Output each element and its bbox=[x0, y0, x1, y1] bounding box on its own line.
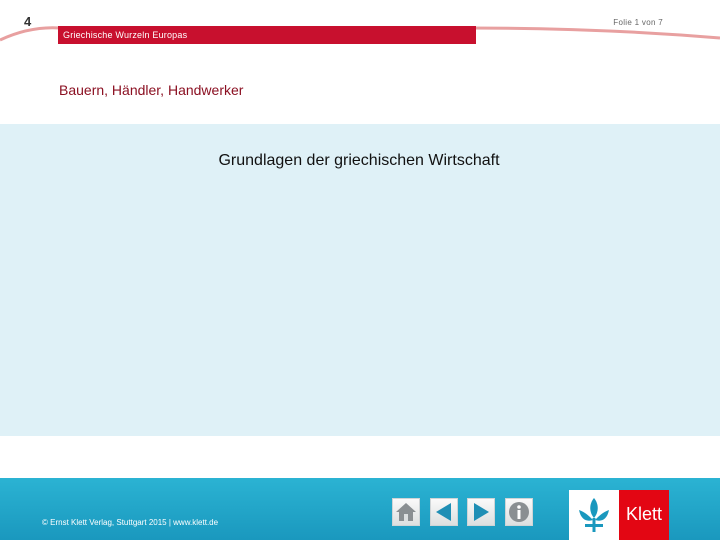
series-title-bar: Griechische Wurzeln Europas bbox=[58, 26, 476, 44]
info-icon bbox=[509, 502, 529, 522]
fleur-de-lis-icon bbox=[579, 498, 609, 532]
arrow-left-icon bbox=[436, 503, 451, 521]
slide-counter: Folie 1 von 7 bbox=[613, 18, 663, 27]
logo-text: Klett bbox=[625, 504, 663, 524]
footer-bar: © Ernst Klett Verlag, Stuttgart 2015 | w… bbox=[0, 478, 720, 540]
slide-subtitle: Bauern, Händler, Handwerker bbox=[59, 82, 244, 98]
next-slide-button[interactable] bbox=[467, 498, 495, 526]
home-icon bbox=[396, 503, 416, 521]
slide-heading: Grundlagen der griechischen Wirtschaft bbox=[218, 152, 500, 169]
info-button[interactable] bbox=[505, 498, 533, 526]
arrow-right-icon bbox=[474, 503, 489, 521]
klett-logo: Klett bbox=[569, 490, 669, 540]
content-area: Grundlagen der griechischen Wirtschaft bbox=[0, 124, 720, 436]
copyright-text: © Ernst Klett Verlag, Stuttgart 2015 | w… bbox=[42, 518, 219, 527]
previous-slide-button[interactable] bbox=[430, 498, 458, 526]
home-button[interactable] bbox=[392, 498, 420, 526]
series-title: Griechische Wurzeln Europas bbox=[63, 30, 188, 40]
